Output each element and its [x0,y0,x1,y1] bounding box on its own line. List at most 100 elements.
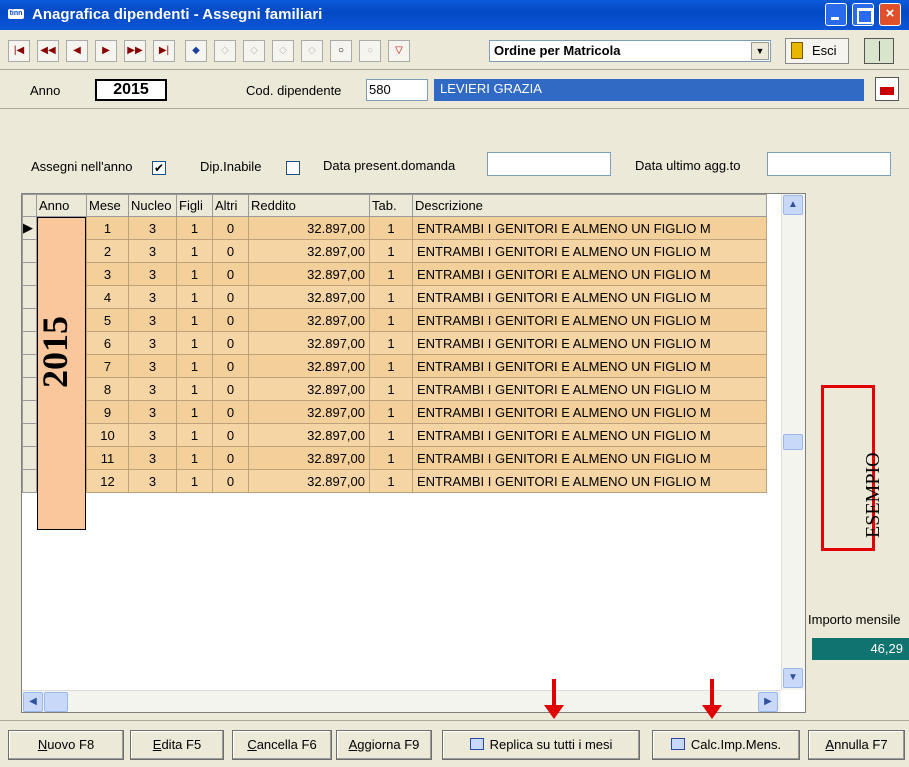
cell-reddito[interactable]: 32.897,00 [248,308,370,332]
table-row[interactable]: 11 3 1 0 32.897,00 1 ENTRAMBI I GENITORI E ALM… [22,446,767,470]
cell-altri[interactable]: 0 [212,354,249,378]
delete-record-icon[interactable]: ◇ [214,40,236,62]
search-icon[interactable]: ○ [330,40,352,62]
cell-tab[interactable]: 1 [369,216,413,240]
cell-reddito[interactable]: 32.897,00 [248,423,370,447]
cell-figli[interactable]: 1 [176,331,213,355]
cell-descr[interactable]: ENTRAMBI I GENITORI E ALMENO UN FIGLIO M [412,216,767,240]
cell-reddito[interactable]: 32.897,00 [248,377,370,401]
nuovo-button[interactable]: Nuovo F8 [8,730,124,760]
cell-altri[interactable]: 0 [212,216,249,240]
chevron-down-icon[interactable]: ▼ [751,42,769,60]
cell-descr[interactable]: ENTRAMBI I GENITORI E ALMENO UN FIGLIO M [412,400,767,424]
table-row[interactable]: 6 3 1 0 32.897,00 1 ENTRAMBI I GENITORI E ALME… [22,331,767,355]
replica-button[interactable]: Replica su tutti i mesi [442,730,640,760]
cell-mese[interactable]: 10 [86,423,129,447]
cell-mese[interactable]: 3 [86,262,129,286]
col-header-nucleo[interactable]: Nucleo [128,194,177,217]
cell-reddito[interactable]: 32.897,00 [248,331,370,355]
scroll-up-icon[interactable]: ▲ [783,195,803,215]
cell-nucleo[interactable]: 3 [128,377,177,401]
cell-figli[interactable]: 1 [176,262,213,286]
table-row[interactable]: 12 3 1 0 32.897,00 1 ENTRAMBI I GENITORI E ALM… [22,469,767,493]
cell-altri[interactable]: 0 [212,423,249,447]
cell-mese[interactable]: 1 [86,216,129,240]
sort-order-select[interactable]: Ordine per Matricola ▼ [489,40,771,62]
cell-tab[interactable]: 1 [369,377,413,401]
col-header-altri[interactable]: Altri [212,194,249,217]
close-button[interactable]: × [879,3,901,26]
cell-figli[interactable]: 1 [176,377,213,401]
cell-mese[interactable]: 9 [86,400,129,424]
cell-descr[interactable]: ENTRAMBI I GENITORI E ALMENO UN FIGLIO M [412,354,767,378]
cell-nucleo[interactable]: 3 [128,239,177,263]
dip-inabile-checkbox[interactable] [286,161,300,175]
assegni-anno-checkbox[interactable]: ✔ [152,161,166,175]
filter-icon[interactable]: ▽ [388,40,410,62]
cell-descr[interactable]: ENTRAMBI I GENITORI E ALMENO UN FIGLIO M [412,262,767,286]
cell-altri[interactable]: 0 [212,331,249,355]
cell-nucleo[interactable]: 3 [128,400,177,424]
row-indicator[interactable] [22,423,37,447]
vertical-scrollbar[interactable]: ▲ ▼ [781,194,805,690]
cod-dipendente-field[interactable]: 580 [366,79,428,101]
table-row[interactable]: 8 3 1 0 32.897,00 1 ENTRAMBI I GENITORI E ALME… [22,377,767,401]
table-row[interactable]: 3 3 1 0 32.897,00 1 ENTRAMBI I GENITORI E ALME… [22,262,767,286]
cell-figli[interactable]: 1 [176,216,213,240]
edita-button[interactable]: Edita F5 [130,730,224,760]
row-indicator[interactable] [22,239,37,263]
cell-descr[interactable]: ENTRAMBI I GENITORI E ALMENO UN FIGLIO M [412,446,767,470]
cell-altri[interactable]: 0 [212,285,249,309]
table-row[interactable]: ▶ 1 3 1 0 32.897,00 1 ENTRAMBI I GENITORI E ALM… [22,216,767,240]
minimize-button[interactable] [825,3,847,26]
cell-tab[interactable]: 1 [369,262,413,286]
cell-nucleo[interactable]: 3 [128,423,177,447]
assegni-grid[interactable]: Anno Mese Nucleo Figli Altri Reddito Tab… [21,193,806,713]
book-icon[interactable] [864,38,894,64]
row-indicator[interactable]: ▶ [22,216,37,240]
hscroll-thumb[interactable] [44,692,68,712]
cell-figli[interactable]: 1 [176,469,213,493]
cell-altri[interactable]: 0 [212,377,249,401]
cell-reddito[interactable]: 32.897,00 [248,354,370,378]
cell-altri[interactable]: 0 [212,400,249,424]
last-record-icon[interactable]: ▶| [153,40,175,62]
print-icon[interactable] [875,77,899,101]
cell-mese[interactable]: 7 [86,354,129,378]
cell-descr[interactable]: ENTRAMBI I GENITORI E ALMENO UN FIGLIO M [412,285,767,309]
anno-field[interactable]: 2015 [95,79,167,101]
cell-descr[interactable]: ENTRAMBI I GENITORI E ALMENO UN FIGLIO M [412,469,767,493]
prev-page-icon[interactable]: ◀◀ [37,40,59,62]
cell-figli[interactable]: 1 [176,423,213,447]
cell-reddito[interactable]: 32.897,00 [248,469,370,493]
cell-altri[interactable]: 0 [212,308,249,332]
cell-mese[interactable]: 11 [86,446,129,470]
cell-tab[interactable]: 1 [369,469,413,493]
cell-tab[interactable]: 1 [369,354,413,378]
cell-descr[interactable]: ENTRAMBI I GENITORI E ALMENO UN FIGLIO M [412,377,767,401]
cell-altri[interactable]: 0 [212,262,249,286]
cell-nucleo[interactable]: 3 [128,285,177,309]
cell-nucleo[interactable]: 3 [128,308,177,332]
cell-figli[interactable]: 1 [176,446,213,470]
cell-figli[interactable]: 1 [176,354,213,378]
table-row[interactable]: 5 3 1 0 32.897,00 1 ENTRAMBI I GENITORI E ALME… [22,308,767,332]
cell-descr[interactable]: ENTRAMBI I GENITORI E ALMENO UN FIGLIO M [412,423,767,447]
cell-tab[interactable]: 1 [369,423,413,447]
cancel-edit-icon[interactable]: ◇ [301,40,323,62]
cell-altri[interactable]: 0 [212,446,249,470]
row-indicator[interactable] [22,285,37,309]
cell-nucleo[interactable]: 3 [128,262,177,286]
cancella-button[interactable]: Cancella F6 [232,730,332,760]
row-indicator[interactable] [22,262,37,286]
cell-altri[interactable]: 0 [212,469,249,493]
cell-nucleo[interactable]: 3 [128,216,177,240]
cell-descr[interactable]: ENTRAMBI I GENITORI E ALMENO UN FIGLIO M [412,308,767,332]
cell-tab[interactable]: 1 [369,285,413,309]
cell-mese[interactable]: 2 [86,239,129,263]
cell-altri[interactable]: 0 [212,239,249,263]
cell-reddito[interactable]: 32.897,00 [248,262,370,286]
col-header-anno[interactable]: Anno [36,194,87,217]
col-header-mese[interactable]: Mese [86,194,129,217]
cell-nucleo[interactable]: 3 [128,331,177,355]
